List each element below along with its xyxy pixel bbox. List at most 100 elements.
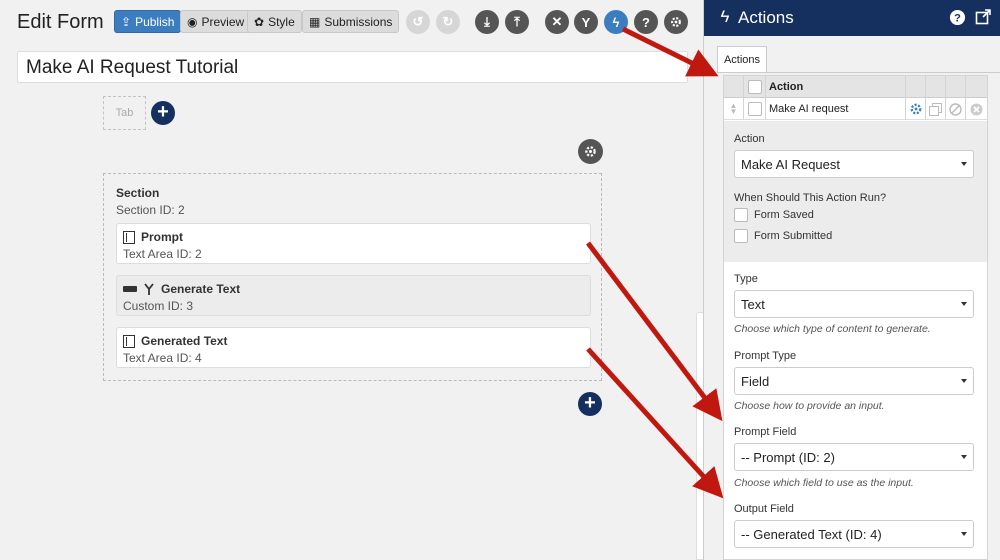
prompt-type-label: Prompt Type xyxy=(734,350,797,362)
checkbox-form-saved[interactable]: Form Saved xyxy=(734,208,814,222)
external-link-icon xyxy=(975,9,991,25)
gear-icon xyxy=(910,103,921,115)
export-button[interactable]: ⤒ xyxy=(505,10,529,34)
add-section-button[interactable]: + xyxy=(578,392,602,416)
column-header-action: Action xyxy=(766,76,906,98)
section-id: Section ID: 2 xyxy=(116,203,185,217)
checkbox-box xyxy=(747,80,762,94)
field-name-row: Generated Text xyxy=(123,334,227,348)
section-settings-button[interactable] xyxy=(578,139,603,164)
select-value: Field xyxy=(741,374,770,389)
checkbox-box xyxy=(734,229,748,243)
actions-button[interactable]: ϟ xyxy=(604,10,628,34)
type-label: Type xyxy=(734,273,758,285)
chevron-down-icon xyxy=(961,302,967,306)
redo-button[interactable]: ↻ xyxy=(436,10,460,34)
table-row[interactable]: ▲ ▼ Make AI request xyxy=(724,98,987,120)
style-button[interactable]: ✿ Style xyxy=(247,10,302,33)
header-spacer xyxy=(966,76,987,98)
palette-icon: ✿ xyxy=(254,14,265,29)
preview-button[interactable]: ◉ Preview xyxy=(180,10,252,33)
textarea-icon xyxy=(123,230,135,244)
actions-content: Action ▲ ▼ Make AI request Action Make A… xyxy=(723,75,988,560)
prompt-type-select[interactable]: Field xyxy=(734,367,974,395)
action-select[interactable]: Make AI Request xyxy=(734,150,974,178)
output-field-select[interactable]: -- Generated Text (ID: 4) xyxy=(734,520,974,548)
tab-placeholder[interactable]: Tab xyxy=(103,96,146,130)
panel-title: Actions xyxy=(738,8,794,27)
settings-button[interactable] xyxy=(664,10,688,34)
checkbox-form-submitted[interactable]: Form Submitted xyxy=(734,229,832,243)
field-generate-text[interactable]: Generate Text Custom ID: 3 xyxy=(116,275,591,316)
chevron-down-icon xyxy=(961,532,967,536)
field-generated-text[interactable]: Generated Text Text Area ID: 4 xyxy=(116,327,591,368)
field-meta: Text Area ID: 2 xyxy=(123,247,202,261)
type-select[interactable]: Text xyxy=(734,290,974,318)
plus-icon: + xyxy=(584,392,596,414)
select-value: -- Generated Text (ID: 4) xyxy=(741,527,882,542)
help-icon: ? xyxy=(949,9,965,25)
section-title: Section xyxy=(116,186,160,200)
row-settings-button[interactable] xyxy=(906,98,926,120)
sort-column xyxy=(724,76,744,98)
prompt-field-hint: Choose which field to use as the input. xyxy=(734,477,914,489)
duplicate-button[interactable] xyxy=(926,98,946,120)
table-header-row: Action xyxy=(724,76,987,98)
disable-button[interactable] xyxy=(946,98,966,120)
field-meta: Custom ID: 3 xyxy=(123,299,194,313)
field-name: Generate Text xyxy=(161,282,241,296)
select-all-checkbox[interactable] xyxy=(744,76,766,98)
branch-icon xyxy=(144,282,154,295)
sort-icon: ▲ ▼ xyxy=(729,101,738,116)
tools-icon: ✕ xyxy=(551,14,563,29)
header-spacer xyxy=(926,76,946,98)
lightning-icon: ϟ xyxy=(612,14,620,30)
action-settings: Action Make AI Request When Should This … xyxy=(724,121,987,262)
drag-handle[interactable]: ▲ ▼ xyxy=(724,98,744,120)
field-prompt[interactable]: Prompt Text Area ID: 2 xyxy=(116,223,591,264)
prompt-type-hint: Choose how to provide an input. xyxy=(734,400,885,412)
field-name: Generated Text xyxy=(141,334,228,348)
custom-field-icon xyxy=(123,286,137,292)
add-tab-button[interactable]: + xyxy=(151,101,175,125)
help-button[interactable]: ? xyxy=(634,10,658,34)
when-label: When Should This Action Run? xyxy=(734,192,887,204)
form-title-input[interactable]: Make AI Request Tutorial xyxy=(17,51,688,83)
tab-divider xyxy=(717,72,1000,73)
copy-icon xyxy=(929,102,942,116)
delete-button[interactable] xyxy=(966,98,987,120)
svg-text:?: ? xyxy=(954,12,961,24)
redo-icon: ↻ xyxy=(442,14,454,29)
tab-actions[interactable]: Actions xyxy=(717,46,767,73)
form-section[interactable]: Section Section ID: 2 Prompt Text Area I… xyxy=(103,173,602,381)
field-meta: Text Area ID: 4 xyxy=(123,351,202,365)
help-icon: ? xyxy=(642,14,650,30)
publish-button[interactable]: ⇪ Publish xyxy=(114,10,182,33)
branch-icon: Y xyxy=(581,14,591,30)
help-button[interactable]: ? xyxy=(948,8,966,26)
eye-icon: ◉ xyxy=(187,14,198,29)
page-title: Edit Form xyxy=(17,11,104,33)
checkbox-box xyxy=(734,208,748,222)
editor-toolbar: Edit Form ⇪ Publish ◉ Preview ✿ Style ▦ … xyxy=(0,0,703,44)
checkbox-label: Form Saved xyxy=(754,209,814,221)
panel-header: ϟ Actions ? xyxy=(704,0,1000,36)
header-spacer xyxy=(946,76,966,98)
submissions-button[interactable]: ▦ Submissions xyxy=(302,10,400,33)
form-editor: Edit Form ⇪ Publish ◉ Preview ✿ Style ▦ … xyxy=(0,0,703,560)
header-spacer xyxy=(906,76,926,98)
field-name-row: Generate Text xyxy=(123,282,240,296)
prompt-field-select[interactable]: -- Prompt (ID: 2) xyxy=(734,443,974,471)
branch-button[interactable]: Y xyxy=(574,10,598,34)
popout-button[interactable] xyxy=(974,8,992,26)
close-icon xyxy=(970,103,983,115)
undo-button[interactable]: ↺ xyxy=(406,10,430,34)
upload-icon: ⇪ xyxy=(121,14,132,29)
checkbox-label: Form Submitted xyxy=(754,230,833,242)
row-checkbox[interactable] xyxy=(744,98,766,120)
tools-button[interactable]: ✕ xyxy=(545,10,569,34)
ban-icon xyxy=(949,102,962,116)
import-button[interactable]: ⤓ xyxy=(475,10,499,34)
field-name-row: Prompt xyxy=(123,230,183,244)
undo-icon: ↺ xyxy=(412,14,424,29)
